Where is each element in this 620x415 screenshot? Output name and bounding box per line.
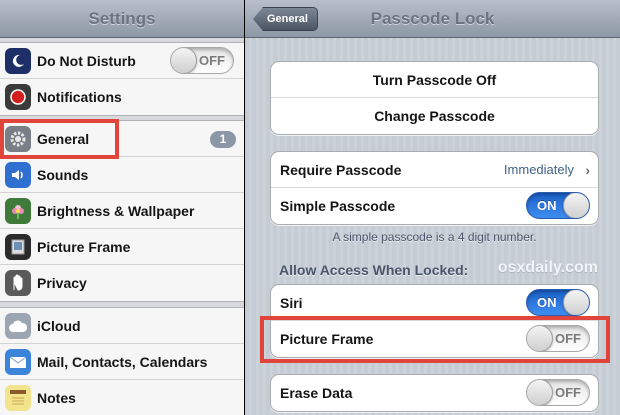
sidebar-item-brightness-wallpaper[interactable]: Brightness & Wallpaper	[0, 193, 244, 229]
erase-data-card: Erase Data OFF	[270, 374, 599, 412]
settings-group-3: iCloud Mail, Contacts, Calendars Notes	[0, 307, 244, 415]
mail-icon	[5, 349, 31, 375]
siri-row: Siri ON	[271, 285, 598, 321]
settings-title: Settings	[88, 9, 156, 28]
simple-passcode-toggle[interactable]: ON	[526, 192, 590, 219]
require-passcode-row[interactable]: Require Passcode Immediately ›	[271, 152, 598, 188]
speaker-icon	[5, 162, 31, 188]
notes-icon	[5, 385, 31, 411]
row-label: Picture Frame	[280, 331, 374, 347]
siri-toggle[interactable]: ON	[526, 289, 590, 316]
row-label: Siri	[280, 295, 303, 311]
sidebar-item-label: Do Not Disturb	[37, 53, 136, 69]
settings-sidebar: Settings Do Not Disturb OFF Notification…	[0, 0, 244, 415]
toggle-state: OFF	[555, 385, 581, 400]
sidebar-item-picture-frame[interactable]: Picture Frame	[0, 229, 244, 265]
row-label: Erase Data	[280, 385, 353, 401]
sidebar-item-notifications[interactable]: Notifications	[0, 79, 244, 115]
sidebar-item-label: Privacy	[37, 275, 87, 291]
sidebar-item-label: Mail, Contacts, Calendars	[37, 354, 208, 370]
toggle-knob	[527, 380, 553, 405]
require-passcode-value: Immediately	[503, 162, 574, 177]
sidebar-item-label: Notes	[37, 390, 76, 406]
row-label: Simple Passcode	[280, 198, 396, 214]
passcode-navbar: General Passcode Lock	[245, 0, 620, 38]
sidebar-item-general[interactable]: General 1	[0, 121, 244, 157]
picture-frame-toggle[interactable]: OFF	[526, 325, 590, 352]
sidebar-item-label: Brightness & Wallpaper	[37, 203, 195, 219]
sidebar-item-icloud[interactable]: iCloud	[0, 308, 244, 344]
sidebar-item-label: Notifications	[37, 89, 122, 105]
erase-data-row: Erase Data OFF	[271, 375, 598, 411]
flower-icon	[5, 198, 31, 224]
sidebar-item-label: Sounds	[37, 167, 89, 183]
toggle-knob	[527, 326, 553, 351]
sidebar-item-label: Picture Frame	[37, 239, 131, 255]
update-badge: 1	[210, 131, 236, 148]
settings-navbar: Settings	[0, 0, 244, 38]
watermark: osxdaily.com	[497, 259, 598, 276]
toggle-state: ON	[537, 295, 557, 310]
erase-data-toggle[interactable]: OFF	[526, 379, 590, 406]
sidebar-item-privacy[interactable]: Privacy	[0, 265, 244, 301]
toggle-state: ON	[537, 198, 557, 213]
chevron-right-icon: ›	[585, 162, 590, 178]
row-label: Require Passcode	[280, 162, 402, 178]
cloud-icon	[5, 313, 31, 339]
toggle-state: OFF	[555, 331, 581, 346]
change-passcode-button[interactable]: Change Passcode	[271, 98, 598, 134]
sidebar-item-sounds[interactable]: Sounds	[0, 157, 244, 193]
toggle-knob	[563, 193, 589, 218]
turn-passcode-off-button[interactable]: Turn Passcode Off	[271, 62, 598, 98]
picture-frame-icon	[5, 234, 31, 260]
simple-passcode-row: Simple Passcode ON	[271, 188, 598, 224]
toggle-state: OFF	[199, 53, 225, 68]
settings-group-2: General 1 Sounds Brightness & Wallpaper …	[0, 120, 244, 302]
button-label: Change Passcode	[374, 108, 495, 124]
gear-icon	[5, 126, 31, 152]
sidebar-item-mail-contacts-calendars[interactable]: Mail, Contacts, Calendars	[0, 344, 244, 380]
passcode-options-card: Require Passcode Immediately › Simple Pa…	[270, 151, 599, 225]
allow-access-header: Allow Access When Locked:	[279, 262, 469, 278]
button-label: Turn Passcode Off	[372, 72, 497, 88]
passcode-title: Passcode Lock	[370, 9, 495, 28]
toggle-knob	[563, 290, 589, 315]
toggle-knob	[171, 48, 197, 73]
picture-frame-row: Picture Frame OFF	[271, 321, 598, 357]
sidebar-item-do-not-disturb[interactable]: Do Not Disturb OFF	[0, 43, 244, 79]
notifications-icon	[5, 84, 31, 110]
passcode-actions-card: Turn Passcode Off Change Passcode	[270, 61, 599, 135]
moon-icon	[5, 48, 31, 74]
sidebar-item-notes[interactable]: Notes	[0, 380, 244, 415]
sidebar-item-label: General	[37, 131, 90, 147]
sidebar-item-label: iCloud	[37, 318, 81, 334]
passcode-lock-pane: General Passcode Lock Turn Passcode Off …	[245, 0, 620, 415]
simple-passcode-note: A simple passcode is a 4 digit number.	[332, 230, 537, 244]
allow-access-card: Siri ON Picture Frame OFF	[270, 284, 599, 358]
do-not-disturb-toggle[interactable]: OFF	[170, 47, 234, 74]
settings-group-1: Do Not Disturb OFF Notifications	[0, 42, 244, 116]
hand-icon	[5, 270, 31, 296]
